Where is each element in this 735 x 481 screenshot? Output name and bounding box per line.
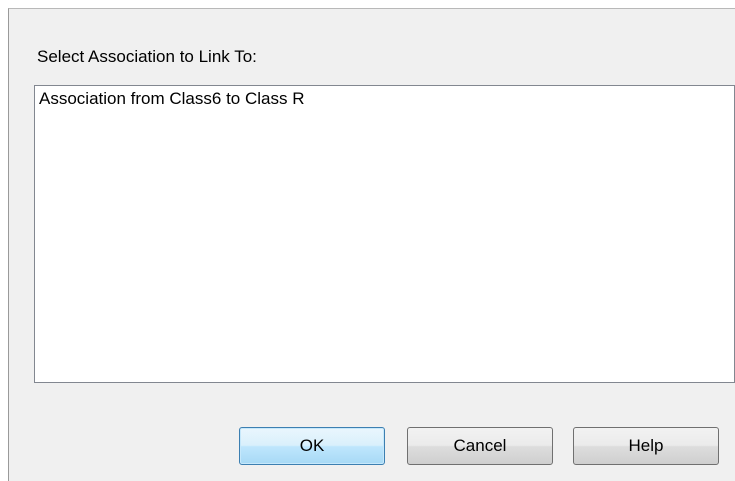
ok-button[interactable]: OK	[239, 427, 385, 465]
cancel-button[interactable]: Cancel	[407, 427, 553, 465]
select-association-dialog: Select Association to Link To: Associati…	[8, 8, 735, 481]
association-listbox[interactable]: Association from Class6 to Class R	[34, 85, 735, 383]
list-item[interactable]: Association from Class6 to Class R	[39, 89, 304, 109]
help-button[interactable]: Help	[573, 427, 719, 465]
select-association-label: Select Association to Link To:	[37, 47, 257, 66]
